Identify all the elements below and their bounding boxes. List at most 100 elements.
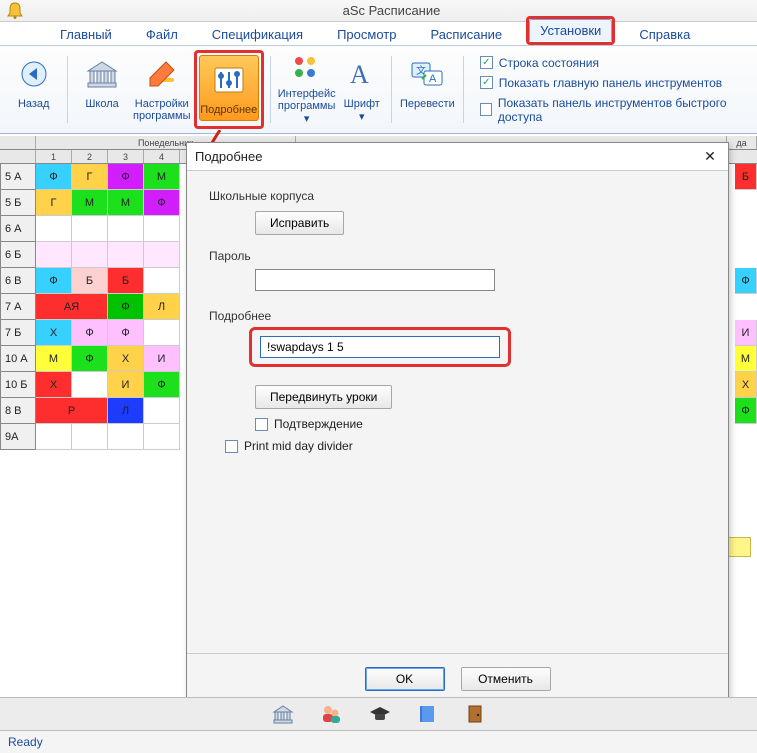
row-header[interactable]: 6 А <box>0 216 36 242</box>
lesson-cell[interactable]: Ф <box>36 268 72 294</box>
check-quick-toolbar[interactable]: Показать панель инструментов быстрого до… <box>480 96 751 124</box>
translate-button[interactable]: 文A Перевести <box>398 50 457 129</box>
check-status-bar[interactable]: ✓Строка состояния <box>480 56 751 70</box>
lesson-cell[interactable]: Х <box>108 346 144 372</box>
lesson-cell[interactable] <box>36 424 72 450</box>
door-icon[interactable] <box>464 703 486 725</box>
lesson-cell[interactable]: Ф <box>735 398 757 424</box>
lesson-cell[interactable]: Л <box>144 294 180 320</box>
lesson-cell[interactable]: Р <box>36 398 108 424</box>
tab-view[interactable]: Просмотр <box>327 24 406 45</box>
tab-settings[interactable]: Установки <box>529 19 612 42</box>
fix-button[interactable]: Исправить <box>255 211 344 235</box>
lesson-cell[interactable]: И <box>735 320 757 346</box>
lesson-cell[interactable]: Б <box>735 164 757 190</box>
shift-lessons-button[interactable]: Передвинуть уроки <box>255 385 392 409</box>
cancel-button[interactable]: Отменить <box>461 667 551 691</box>
row-header[interactable]: 9А <box>0 424 36 450</box>
lesson-cell[interactable]: Б <box>108 268 144 294</box>
grid-dots-icon <box>287 54 327 84</box>
row-header[interactable]: 6 В <box>0 268 36 294</box>
font-button[interactable]: A Шрифт ▾ <box>339 50 385 129</box>
row-header[interactable]: 7 А <box>0 294 36 320</box>
graduation-cap-icon[interactable] <box>368 703 390 725</box>
checkbox-icon <box>255 418 268 431</box>
bell-icon <box>4 1 26 21</box>
school-button[interactable]: Школа <box>74 50 129 129</box>
row-header[interactable]: 10 А <box>0 346 36 372</box>
lesson-cell[interactable] <box>144 268 180 294</box>
lesson-cell[interactable]: Х <box>735 372 757 398</box>
check-main-toolbar[interactable]: ✓ Показать главную панель инструментов <box>480 76 751 90</box>
lesson-cell[interactable]: Ф <box>72 346 108 372</box>
chevron-down-icon: ▾ <box>304 113 310 125</box>
lesson-cell[interactable]: М <box>36 346 72 372</box>
dialog-more: Подробнее ✕ Школьные корпуса Исправить П… <box>186 142 729 704</box>
lesson-cell[interactable]: И <box>108 372 144 398</box>
lesson-cell[interactable]: Л <box>108 398 144 424</box>
interface-button[interactable]: Интерфейс программы ▾ <box>277 50 337 129</box>
tab-main[interactable]: Главный <box>50 24 122 45</box>
close-button[interactable]: ✕ <box>700 147 720 167</box>
lesson-cell[interactable] <box>72 372 108 398</box>
lesson-cell[interactable]: Ф <box>144 372 180 398</box>
lesson-cell[interactable]: Ф <box>108 164 144 190</box>
book-icon[interactable] <box>416 703 438 725</box>
more-label-2: Подробнее <box>209 309 706 323</box>
lesson-cell[interactable]: Х <box>36 320 72 346</box>
lesson-cell[interactable]: М <box>144 164 180 190</box>
tab-spec[interactable]: Спецификация <box>202 24 313 45</box>
row-header[interactable]: 10 Б <box>0 372 36 398</box>
lesson-cell[interactable]: И <box>144 346 180 372</box>
more-button[interactable]: Подробнее <box>199 55 259 121</box>
row-header[interactable]: 8 В <box>0 398 36 424</box>
lesson-cell[interactable]: Х <box>36 372 72 398</box>
lesson-cell[interactable] <box>108 242 144 268</box>
row-header[interactable]: 7 Б <box>0 320 36 346</box>
ok-button[interactable]: OK <box>365 667 445 691</box>
lesson-cell[interactable]: Ф <box>735 268 757 294</box>
lesson-cell[interactable]: Г <box>72 164 108 190</box>
lesson-cell[interactable] <box>144 398 180 424</box>
lesson-cell[interactable]: Ф <box>144 190 180 216</box>
lesson-cell[interactable] <box>108 216 144 242</box>
lesson-cell[interactable] <box>144 216 180 242</box>
row-header[interactable]: 5 А <box>0 164 36 190</box>
lesson-cell[interactable] <box>72 216 108 242</box>
password-input[interactable] <box>255 269 495 291</box>
lesson-cell[interactable] <box>108 424 144 450</box>
row-header[interactable]: 5 Б <box>0 190 36 216</box>
row-header[interactable]: 6 Б <box>0 242 36 268</box>
lesson-cell[interactable] <box>72 242 108 268</box>
bank-icon[interactable] <box>272 703 294 725</box>
command-input[interactable] <box>260 336 500 358</box>
tab-schedule[interactable]: Расписание <box>420 24 512 45</box>
lesson-cell[interactable] <box>144 424 180 450</box>
print-divider-check[interactable]: Print mid day divider <box>225 439 706 453</box>
lesson-cell[interactable]: Ф <box>108 320 144 346</box>
confirm-check[interactable]: Подтверждение <box>255 417 706 431</box>
lesson-cell[interactable] <box>36 242 72 268</box>
checkbox-icon <box>480 103 492 116</box>
students-icon[interactable] <box>320 703 342 725</box>
lesson-cell[interactable] <box>144 320 180 346</box>
lesson-cell[interactable]: Ф <box>72 320 108 346</box>
lesson-cell[interactable] <box>144 242 180 268</box>
lesson-cell[interactable]: М <box>108 190 144 216</box>
print-divider-label: Print mid day divider <box>244 439 353 453</box>
back-button[interactable]: Назад <box>6 50 61 129</box>
lesson-cell[interactable]: Ф <box>108 294 144 320</box>
lesson-cell[interactable]: Г <box>36 190 72 216</box>
lesson-cell[interactable] <box>36 216 72 242</box>
lesson-cell[interactable]: Б <box>72 268 108 294</box>
lesson-cell[interactable]: Ф <box>36 164 72 190</box>
check-main-toolbar-label: Показать главную панель инструментов <box>499 76 722 90</box>
lesson-cell[interactable]: М <box>735 346 757 372</box>
lesson-cell[interactable] <box>72 424 108 450</box>
program-settings-button[interactable]: Настройки программы <box>132 50 192 129</box>
tab-help[interactable]: Справка <box>629 24 700 45</box>
lesson-cell[interactable]: АЯ <box>36 294 108 320</box>
lesson-cell[interactable]: М <box>72 190 108 216</box>
checkbox-icon: ✓ <box>480 76 493 89</box>
tab-file[interactable]: Файл <box>136 24 188 45</box>
